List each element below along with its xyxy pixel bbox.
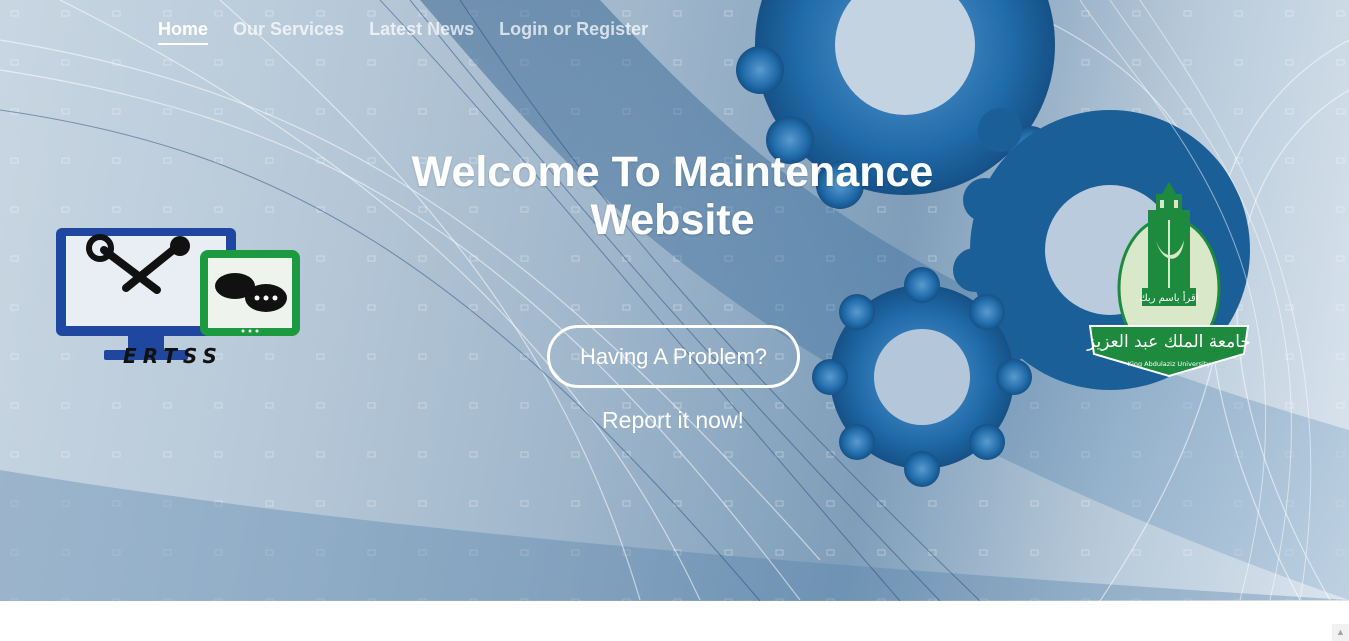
- kau-english-name: King Abdulaziz University: [1128, 360, 1211, 368]
- scroll-up-arrow-icon[interactable]: ▲: [1332, 624, 1349, 641]
- having-problem-button[interactable]: Having A Problem?: [547, 325, 800, 388]
- nav-login-register[interactable]: Login or Register: [499, 19, 648, 45]
- hero-section: Home Our Services Latest News Login or R…: [0, 0, 1349, 601]
- page-title: Welcome To Maintenance Website: [411, 148, 934, 244]
- university-emblem-icon: اقرأ باسم ربك جامعة الملك عبد العزيز Kin…: [1086, 182, 1251, 378]
- ertss-logo-text: ERTSS: [123, 344, 223, 368]
- kau-arabic-name: جامعة الملك عبد العزيز: [1086, 332, 1251, 352]
- nav-latest-news[interactable]: Latest News: [369, 19, 474, 45]
- nav-home[interactable]: Home: [158, 19, 209, 45]
- kau-motto: اقرأ باسم ربك: [1139, 291, 1198, 304]
- report-it-now-text: Report it now!: [602, 407, 744, 433]
- main-nav: Home Our Services Latest News Login or R…: [158, 19, 648, 45]
- nav-our-services[interactable]: Our Services: [233, 19, 344, 45]
